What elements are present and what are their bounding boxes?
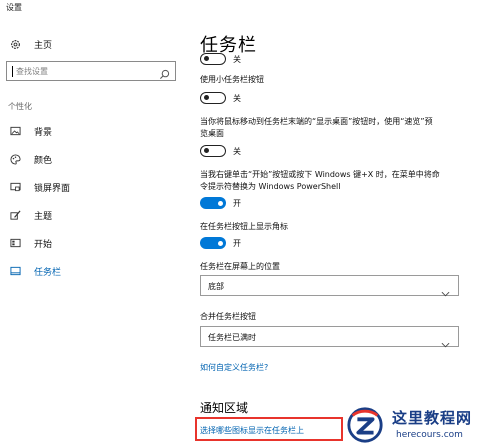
watermark: 这里教程网 herecours.com (346, 404, 492, 446)
sidebar-section-label: 个性化 (8, 102, 32, 111)
powershell-label-line1: 当我右键单击“开始”按钮或按下 Windows 键+X 时，在菜单中将命 (200, 170, 440, 179)
palette-icon (8, 153, 22, 165)
partial-toggle[interactable] (200, 53, 226, 65)
powershell-toggle[interactable] (200, 197, 226, 209)
partial-toggle-state: 关 (233, 55, 241, 64)
gear-icon (8, 39, 22, 50)
brush-icon (8, 210, 22, 221)
search-icon[interactable] (159, 65, 170, 84)
location-dropdown[interactable]: 底部 (200, 275, 459, 297)
badges-label: 在任务栏按钮上显示角标 (200, 222, 288, 231)
search-placeholder: 查找设置 (16, 67, 48, 76)
small-buttons-label: 使用小任务栏按钮 (200, 75, 264, 84)
toggle-knob (204, 95, 209, 100)
combine-label: 合并任务栏按钮 (200, 312, 256, 321)
badges-toggle[interactable] (200, 237, 226, 249)
sidebar-item-themes[interactable]: 主题 (8, 207, 52, 223)
sidebar-item-background[interactable]: 背景 (8, 123, 52, 139)
peek-state: 关 (233, 147, 241, 156)
badges-state: 开 (233, 239, 241, 248)
sidebar-home[interactable]: 主页 (8, 36, 52, 52)
sidebar-item-label: 开始 (34, 239, 53, 250)
sidebar-item-label: 锁屏界面 (34, 183, 71, 194)
peek-toggle[interactable] (200, 145, 226, 157)
sidebar-item-label: 任务栏 (34, 267, 62, 278)
combine-dropdown[interactable]: 任务栏已满时 (200, 326, 459, 348)
watermark-logo (347, 407, 383, 443)
sidebar-item-lock-screen[interactable]: 锁屏界面 (8, 179, 70, 195)
peek-label-line1: 当你将鼠标移动到任务栏末端的“显示桌面”按钮时，使用“速览”预 (200, 117, 433, 126)
toggle-knob (218, 200, 223, 206)
notification-area-heading: 通知区域 (200, 401, 249, 415)
search-input[interactable]: 查找设置 (6, 61, 176, 81)
watermark-text: 这里教程网 (392, 409, 473, 427)
sidebar-item-colors[interactable]: 颜色 (8, 151, 52, 167)
sidebar-item-label: 主题 (34, 211, 53, 222)
small-buttons-toggle[interactable] (200, 92, 226, 104)
location-label: 任务栏在屏幕上的位置 (200, 262, 280, 271)
watermark-url: herecours.com (396, 430, 463, 440)
text-caret (12, 66, 13, 77)
picture-icon (8, 126, 22, 136)
sidebar-item-label: 颜色 (34, 155, 53, 166)
sidebar-item-taskbar[interactable]: 任务栏 (8, 263, 61, 279)
location-value: 底部 (208, 282, 224, 291)
peek-label-line2: 览桌面 (200, 129, 224, 138)
start-icon (8, 238, 22, 248)
taskbar-icon (8, 266, 22, 276)
combine-value: 任务栏已满时 (208, 333, 256, 342)
sidebar-home-label: 主页 (34, 40, 53, 51)
chevron-down-icon (441, 282, 450, 301)
toggle-knob (204, 148, 209, 153)
sidebar-item-label: 背景 (34, 127, 53, 138)
toggle-knob (204, 56, 209, 61)
powershell-label-line2: 令提示符替换为 Windows PowerShell (200, 182, 341, 191)
toggle-knob (218, 240, 223, 246)
chevron-down-icon (441, 333, 450, 352)
highlight-box (195, 417, 343, 441)
small-buttons-state: 关 (233, 94, 241, 103)
powershell-state: 开 (233, 199, 241, 208)
window-title: 设置 (6, 3, 22, 12)
customize-taskbar-link[interactable]: 如何自定义任务栏? (200, 362, 268, 373)
lock-screen-icon (8, 182, 22, 192)
sidebar-item-start[interactable]: 开始 (8, 235, 52, 251)
